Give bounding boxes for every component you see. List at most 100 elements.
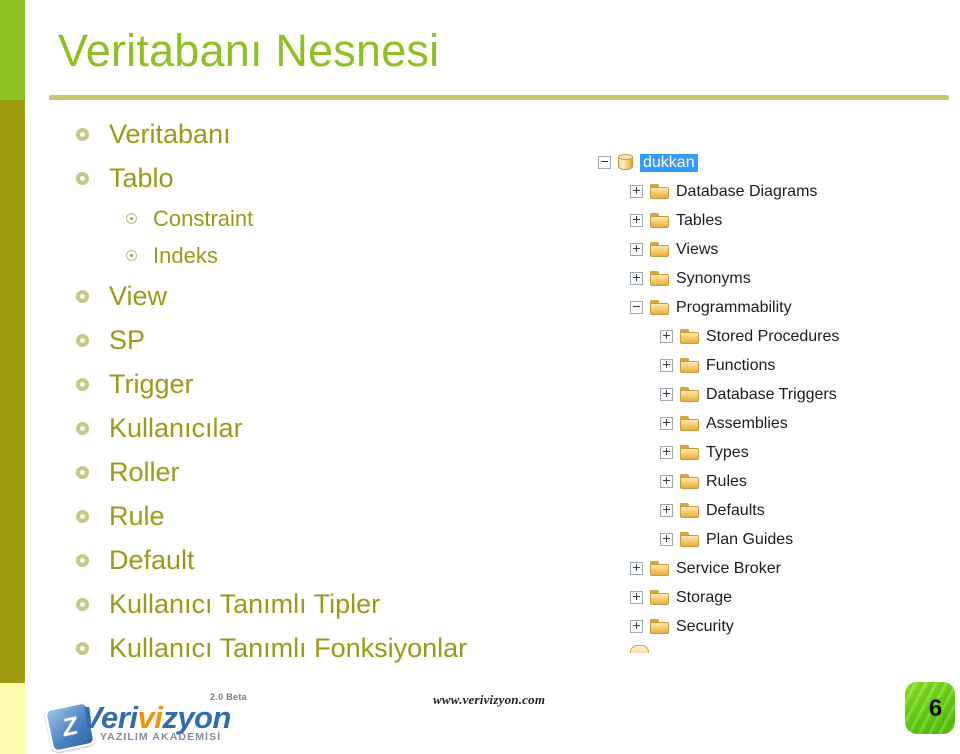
bullet-item: Veritabanı [62,112,582,156]
folder-icon [650,213,669,228]
ring-bullet-icon [76,333,89,347]
tree-node-label: Synonyms [676,269,751,287]
tree-node[interactable]: dukkan [598,148,938,177]
tree-node-label: Rules [706,472,747,490]
title-underline-rule [49,95,949,100]
bullet-label: Roller [109,456,180,487]
bullet-item: Tablo [62,156,582,200]
tree-node[interactable]: Plan Guides [598,525,938,554]
page-number: 6 [928,694,943,722]
tree-node-label: Functions [706,356,776,374]
tree-node-label: Service Broker [676,559,781,577]
bullet-item: Kullanıcı Tanımlı Tipler [62,582,582,626]
expand-plus-icon[interactable] [660,330,673,343]
bullet-item: Default [62,538,582,582]
verivizyon-logo: Z Verivizyon YAZILIM AKADEMİSİ 2.0 Beta [42,692,257,754]
logo-word-highlight: vi [137,700,163,735]
bullet-label: Trigger [109,368,194,399]
expand-plus-icon[interactable] [660,359,673,372]
expand-plus-icon[interactable] [630,243,643,256]
bullet-item: SP [62,318,582,362]
expand-plus-icon[interactable] [660,417,673,430]
bullet-item: Rule [62,494,582,538]
page-title: Veritabanı Nesnesi [58,25,440,76]
tree-node[interactable]: Views [598,235,938,264]
tree-node[interactable]: Tables [598,206,938,235]
dot-ring-bullet-icon [126,213,137,224]
dot-ring-bullet-icon [126,250,137,261]
tree-node-label: Types [706,443,749,461]
bullet-item: Kullanıcılar [62,406,582,450]
ring-bullet-icon [76,377,89,391]
folder-icon [680,329,699,344]
expand-plus-icon[interactable] [630,214,643,227]
expand-plus-icon[interactable] [660,388,673,401]
bullet-item: Kullanıcı Tanımlı Fonksiyonlar [62,626,582,670]
folder-icon [680,532,699,547]
tree-node[interactable]: Stored Procedures [598,322,938,351]
expand-plus-icon[interactable] [660,475,673,488]
expand-plus-icon[interactable] [660,446,673,459]
bullet-item: View [62,274,582,318]
folder-icon [680,474,699,489]
tree-node[interactable]: Database Triggers [598,380,938,409]
logo-version-badge: 2.0 Beta [210,692,247,702]
folder-icon [650,590,669,605]
folder-icon [680,387,699,402]
expand-plus-icon[interactable] [660,504,673,517]
expand-plus-icon[interactable] [630,272,643,285]
tree-node-label: Programmability [676,298,792,316]
tree-node[interactable]: Storage [598,583,938,612]
expand-plus-icon[interactable] [630,185,643,198]
folder-icon [650,184,669,199]
tree-node[interactable]: Rules [598,467,938,496]
bullet-label: Default [109,544,195,575]
folder-icon [680,503,699,518]
tree-node-label: Security [676,617,734,635]
bullet-label: Kullanıcı Tanımlı Fonksiyonlar [109,632,468,663]
collapse-minus-icon[interactable] [598,156,611,169]
expand-plus-icon[interactable] [630,562,643,575]
tree-node-label: Views [676,240,719,258]
expand-plus-icon[interactable] [630,620,643,633]
logo-subtitle: YAZILIM AKADEMİSİ [100,731,222,743]
tree-node-label: Stored Procedures [706,327,840,345]
folder-icon [680,358,699,373]
bullet-label: Constraint [153,205,254,231]
left-accent-bar-green [0,0,25,100]
database-icon [618,154,633,171]
tree-node[interactable]: Programmability [598,293,938,322]
expand-plus-icon[interactable] [660,533,673,546]
folder-icon [650,561,669,576]
bullet-list: Veritabanı Tablo Constraint Indeks View SP Tri… [62,112,582,670]
tree-node-label: Database Triggers [706,385,837,403]
object-explorer-tree[interactable]: dukkan Database Diagrams Tables Views Synony… [598,148,938,648]
expand-plus-icon[interactable] [630,591,643,604]
tree-node[interactable]: Assemblies [598,409,938,438]
tree-node-label: Assemblies [706,414,788,432]
bullet-label: Rule [109,500,165,531]
collapse-minus-icon[interactable] [630,301,643,314]
folder-icon [650,271,669,286]
slide: Veritabanı Nesnesi Veritabanı Tablo Constr… [0,0,960,754]
tree-node[interactable]: Functions [598,351,938,380]
footer-website-url: www.verivizyon.com [433,692,546,707]
tree-node-label: Tables [676,211,723,229]
tree-node[interactable]: Security [598,612,938,641]
bullet-item: Trigger [62,362,582,406]
ring-bullet-icon [76,641,89,655]
bullet-item: Roller [62,450,582,494]
ring-bullet-icon [76,171,89,185]
folder-icon [680,416,699,431]
tree-node[interactable]: Types [598,438,938,467]
folder-icon [650,619,669,634]
tree-node[interactable]: Synonyms [598,264,938,293]
logo-word-after: zyon [162,700,231,735]
bullet-label: View [109,280,168,311]
bullet-label: Veritabanı [109,118,231,149]
folder-icon [650,242,669,257]
tree-node[interactable]: Service Broker [598,554,938,583]
tree-node[interactable]: Defaults [598,496,938,525]
tree-node[interactable]: Database Diagrams [598,177,938,206]
tree-node-label: Storage [676,588,733,606]
